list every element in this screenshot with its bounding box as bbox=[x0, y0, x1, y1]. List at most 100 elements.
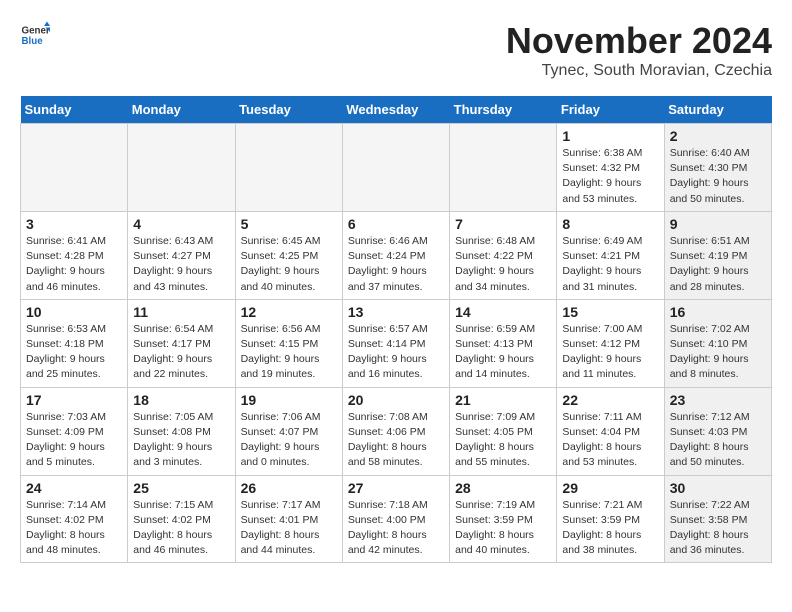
calendar-week-row: 3 Sunrise: 6:41 AM Sunset: 4:28 PM Daylig… bbox=[21, 211, 772, 299]
day-number: 18 bbox=[133, 392, 229, 408]
calendar-day-cell: 13 Sunrise: 6:57 AM Sunset: 4:14 PM Dayli… bbox=[342, 299, 449, 387]
day-info: Sunrise: 7:22 AM Sunset: 3:58 PM Dayligh… bbox=[670, 499, 750, 557]
day-info: Sunrise: 7:00 AM Sunset: 4:12 PM Dayligh… bbox=[562, 323, 642, 381]
weekday-header-cell: Thursday bbox=[450, 96, 557, 124]
calendar-day-cell: 7Sunrise: 6:48 AM Sunset: 4:22 PM Daylig… bbox=[450, 211, 557, 299]
day-number: 12 bbox=[241, 304, 337, 320]
calendar-day-cell: 12 Sunrise: 6:56 AM Sunset: 4:15 PM Dayli… bbox=[235, 299, 342, 387]
logo: General Blue bbox=[20, 20, 50, 50]
calendar-day-cell bbox=[235, 124, 342, 212]
day-info: Sunrise: 6:41 AM Sunset: 4:28 PM Dayligh… bbox=[26, 235, 106, 293]
day-info: Sunrise: 7:14 AM Sunset: 4:02 PM Dayligh… bbox=[26, 499, 106, 557]
day-number: 29 bbox=[562, 480, 658, 496]
calendar-day-cell: 27Sunrise: 7:18 AM Sunset: 4:00 PM Dayli… bbox=[342, 475, 449, 563]
calendar-day-cell bbox=[21, 124, 128, 212]
calendar-week-row: 24 Sunrise: 7:14 AM Sunset: 4:02 PM Dayli… bbox=[21, 475, 772, 563]
calendar-table: SundayMondayTuesdayWednesdayThursdayFrid… bbox=[20, 96, 772, 563]
calendar-day-cell bbox=[128, 124, 235, 212]
calendar-day-cell: 16Sunrise: 7:02 AM Sunset: 4:10 PM Dayli… bbox=[664, 299, 771, 387]
day-number: 7 bbox=[455, 216, 551, 232]
day-info: Sunrise: 6:56 AM Sunset: 4:15 PM Dayligh… bbox=[241, 323, 321, 381]
calendar-day-cell: 18 Sunrise: 7:05 AM Sunset: 4:08 PM Dayli… bbox=[128, 387, 235, 475]
day-number: 4 bbox=[133, 216, 229, 232]
calendar-day-cell: 23Sunrise: 7:12 AM Sunset: 4:03 PM Dayli… bbox=[664, 387, 771, 475]
day-info: Sunrise: 7:11 AM Sunset: 4:04 PM Dayligh… bbox=[562, 411, 641, 469]
day-info: Sunrise: 6:43 AM Sunset: 4:27 PM Dayligh… bbox=[133, 235, 213, 293]
calendar-day-cell: 11 Sunrise: 6:54 AM Sunset: 4:17 PM Dayli… bbox=[128, 299, 235, 387]
svg-text:General: General bbox=[22, 26, 51, 37]
calendar-day-cell: 10 Sunrise: 6:53 AM Sunset: 4:18 PM Dayli… bbox=[21, 299, 128, 387]
day-number: 23 bbox=[670, 392, 766, 408]
calendar-week-row: 17Sunrise: 7:03 AM Sunset: 4:09 PM Dayli… bbox=[21, 387, 772, 475]
day-info: Sunrise: 6:38 AM Sunset: 4:32 PM Dayligh… bbox=[562, 147, 642, 205]
weekday-header-cell: Saturday bbox=[664, 96, 771, 124]
day-info: Sunrise: 7:05 AM Sunset: 4:08 PM Dayligh… bbox=[133, 411, 213, 469]
day-number: 25 bbox=[133, 480, 229, 496]
day-number: 13 bbox=[348, 304, 444, 320]
day-info: Sunrise: 7:03 AM Sunset: 4:09 PM Dayligh… bbox=[26, 411, 106, 469]
calendar-day-cell: 4 Sunrise: 6:43 AM Sunset: 4:27 PM Daylig… bbox=[128, 211, 235, 299]
title-section: November 2024 Tynec, South Moravian, Cze… bbox=[506, 20, 772, 80]
day-number: 6 bbox=[348, 216, 444, 232]
day-number: 21 bbox=[455, 392, 551, 408]
day-info: Sunrise: 6:45 AM Sunset: 4:25 PM Dayligh… bbox=[241, 235, 321, 293]
day-info: Sunrise: 6:46 AM Sunset: 4:24 PM Dayligh… bbox=[348, 235, 428, 293]
calendar-day-cell: 21 Sunrise: 7:09 AM Sunset: 4:05 PM Dayli… bbox=[450, 387, 557, 475]
day-number: 10 bbox=[26, 304, 122, 320]
day-info: Sunrise: 7:21 AM Sunset: 3:59 PM Dayligh… bbox=[562, 499, 642, 557]
calendar-day-cell bbox=[342, 124, 449, 212]
day-number: 26 bbox=[241, 480, 337, 496]
weekday-header-cell: Sunday bbox=[21, 96, 128, 124]
day-info: Sunrise: 6:51 AM Sunset: 4:19 PM Dayligh… bbox=[670, 235, 750, 293]
calendar-week-row: 10 Sunrise: 6:53 AM Sunset: 4:18 PM Dayli… bbox=[21, 299, 772, 387]
day-info: Sunrise: 6:59 AM Sunset: 4:13 PM Dayligh… bbox=[455, 323, 535, 381]
calendar-day-cell: 29 Sunrise: 7:21 AM Sunset: 3:59 PM Dayli… bbox=[557, 475, 664, 563]
day-number: 30 bbox=[670, 480, 766, 496]
weekday-header-cell: Wednesday bbox=[342, 96, 449, 124]
calendar-day-cell: 15 Sunrise: 7:00 AM Sunset: 4:12 PM Dayli… bbox=[557, 299, 664, 387]
day-number: 11 bbox=[133, 304, 229, 320]
weekday-header-cell: Friday bbox=[557, 96, 664, 124]
weekday-header-cell: Tuesday bbox=[235, 96, 342, 124]
weekday-header-row: SundayMondayTuesdayWednesdayThursdayFrid… bbox=[21, 96, 772, 124]
calendar-day-cell: 24 Sunrise: 7:14 AM Sunset: 4:02 PM Dayli… bbox=[21, 475, 128, 563]
calendar-day-cell: 25 Sunrise: 7:15 AM Sunset: 4:02 PM Dayli… bbox=[128, 475, 235, 563]
calendar-day-cell: 26 Sunrise: 7:17 AM Sunset: 4:01 PM Dayli… bbox=[235, 475, 342, 563]
day-number: 16 bbox=[670, 304, 766, 320]
calendar-day-cell: 19Sunrise: 7:06 AM Sunset: 4:07 PM Dayli… bbox=[235, 387, 342, 475]
day-info: Sunrise: 7:19 AM Sunset: 3:59 PM Dayligh… bbox=[455, 499, 535, 557]
day-number: 14 bbox=[455, 304, 551, 320]
calendar-day-cell bbox=[450, 124, 557, 212]
day-info: Sunrise: 6:49 AM Sunset: 4:21 PM Dayligh… bbox=[562, 235, 642, 293]
day-number: 9 bbox=[670, 216, 766, 232]
day-info: Sunrise: 7:08 AM Sunset: 4:06 PM Dayligh… bbox=[348, 411, 428, 469]
day-info: Sunrise: 6:40 AM Sunset: 4:30 PM Dayligh… bbox=[670, 147, 750, 205]
day-info: Sunrise: 6:53 AM Sunset: 4:18 PM Dayligh… bbox=[26, 323, 106, 381]
day-number: 8 bbox=[562, 216, 658, 232]
calendar-day-cell: 1 Sunrise: 6:38 AM Sunset: 4:32 PM Daylig… bbox=[557, 124, 664, 212]
day-number: 15 bbox=[562, 304, 658, 320]
day-number: 5 bbox=[241, 216, 337, 232]
calendar-day-cell: 14 Sunrise: 6:59 AM Sunset: 4:13 PM Dayli… bbox=[450, 299, 557, 387]
calendar-week-row: 1 Sunrise: 6:38 AM Sunset: 4:32 PM Daylig… bbox=[21, 124, 772, 212]
calendar-day-cell: 28 Sunrise: 7:19 AM Sunset: 3:59 PM Dayli… bbox=[450, 475, 557, 563]
svg-text:Blue: Blue bbox=[22, 36, 44, 47]
day-number: 24 bbox=[26, 480, 122, 496]
calendar-day-cell: 20Sunrise: 7:08 AM Sunset: 4:06 PM Dayli… bbox=[342, 387, 449, 475]
day-number: 19 bbox=[241, 392, 337, 408]
day-number: 28 bbox=[455, 480, 551, 496]
day-number: 3 bbox=[26, 216, 122, 232]
day-info: Sunrise: 6:57 AM Sunset: 4:14 PM Dayligh… bbox=[348, 323, 428, 381]
logo-icon: General Blue bbox=[20, 20, 50, 50]
calendar-day-cell: 17Sunrise: 7:03 AM Sunset: 4:09 PM Dayli… bbox=[21, 387, 128, 475]
day-number: 22 bbox=[562, 392, 658, 408]
day-number: 1 bbox=[562, 128, 658, 144]
day-info: Sunrise: 7:09 AM Sunset: 4:05 PM Dayligh… bbox=[455, 411, 535, 469]
weekday-header-cell: Monday bbox=[128, 96, 235, 124]
day-info: Sunrise: 7:15 AM Sunset: 4:02 PM Dayligh… bbox=[133, 499, 213, 557]
day-info: Sunrise: 6:54 AM Sunset: 4:17 PM Dayligh… bbox=[133, 323, 213, 381]
page-header: General Blue November 2024 Tynec, South … bbox=[20, 20, 772, 80]
day-info: Sunrise: 7:18 AM Sunset: 4:00 PM Dayligh… bbox=[348, 499, 428, 557]
day-info: Sunrise: 7:17 AM Sunset: 4:01 PM Dayligh… bbox=[241, 499, 321, 557]
calendar-day-cell: 30 Sunrise: 7:22 AM Sunset: 3:58 PM Dayli… bbox=[664, 475, 771, 563]
